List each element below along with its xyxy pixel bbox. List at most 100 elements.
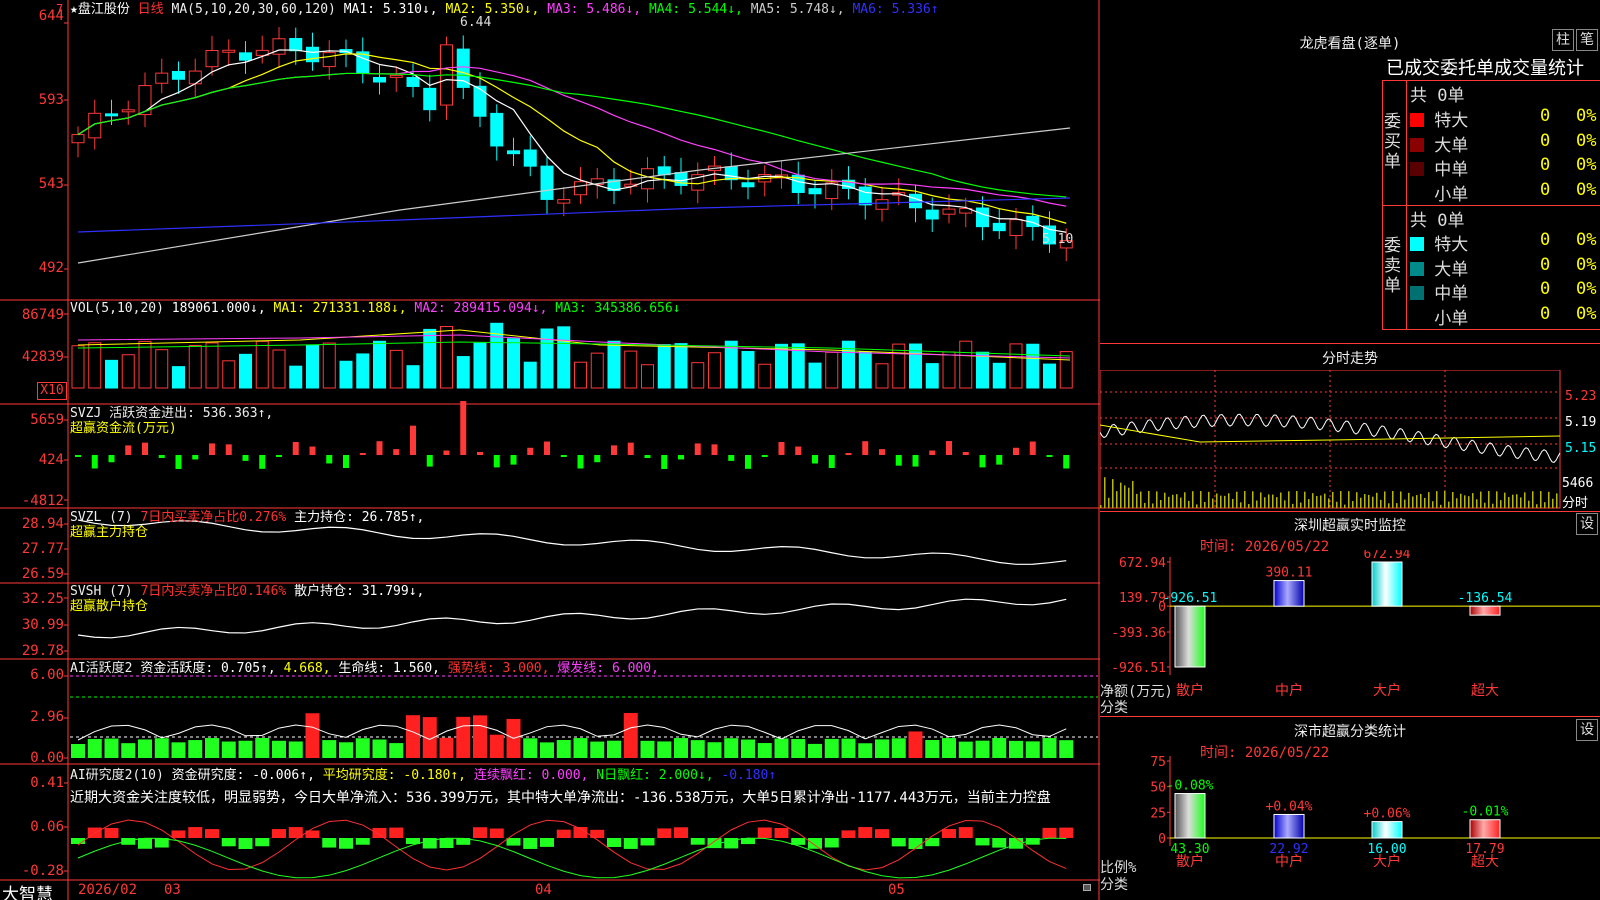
intraday-vol-bar (1104, 477, 1106, 508)
monitor-chart[interactable]: 672.94139.790-393.36-926.51散户 中户 大户 超大-926.… (1100, 550, 1600, 715)
intraday-vol-bar (1440, 504, 1442, 508)
svzl-hold: 主力持仓: 26.785↑, (294, 510, 425, 525)
volume-bar (473, 342, 487, 389)
ai-commentary: 近期大资金关注度较低，明显弱势，今日大单净流入：536.399万元，其中特大单净… (70, 790, 1051, 806)
chart-y-tick: 672.94 (1119, 556, 1166, 571)
research-bar (322, 838, 337, 848)
intraday-vol-bar (1200, 491, 1202, 508)
research-bar (439, 838, 454, 849)
tick-mode-button[interactable]: 笔 (1576, 29, 1598, 51)
lock-icon[interactable] (1083, 884, 1091, 891)
research-bar (389, 827, 404, 838)
intraday-vol-bar (1548, 491, 1550, 508)
stock-name[interactable]: ★盘江股份 (70, 2, 130, 17)
svzj-bar (75, 455, 81, 457)
intraday-vol-bar (1124, 485, 1126, 508)
svzj-bar (510, 455, 517, 465)
svzj-bar (778, 441, 785, 455)
brand-logo[interactable]: 大智慧 (2, 880, 53, 900)
intraday-vol-bar (1384, 491, 1386, 508)
sell-order-row: 小单 (1410, 304, 1468, 329)
intraday-vol-bar (1352, 501, 1354, 508)
svzj-bar (1063, 455, 1070, 469)
intraday-vol-bar (1420, 493, 1422, 508)
buy-order-color-swatch (1410, 113, 1424, 127)
svzl-subtitle: 超赢主力持仓 (70, 525, 149, 540)
intraday-vol-bar (1404, 499, 1406, 508)
chart-bar (1273, 813, 1305, 839)
monitor-settings-button[interactable]: 设 (1576, 513, 1598, 535)
research-bar (489, 828, 504, 838)
intraday-vol-bar (1464, 495, 1466, 508)
bar-mode-button[interactable]: 柱 (1552, 29, 1574, 51)
period-label[interactable]: 日线 (138, 2, 164, 17)
research-bar (791, 838, 806, 845)
date-label: 03 (164, 882, 181, 898)
svsh-prefix: SVSH (7) (70, 584, 133, 599)
volume-bar (322, 342, 336, 389)
chart-value-label: -926.51 (1163, 591, 1218, 606)
research-bar (908, 838, 923, 849)
ai-research-tick: -0.28 (21, 863, 64, 879)
svzj-bar (225, 444, 232, 455)
svzj-tick: 5659 (30, 412, 64, 428)
chart-y-tick: 25 (1150, 806, 1166, 821)
vol-unit-badge[interactable]: X10 (37, 382, 67, 400)
vol-ma3: MA3: 345386.656↓ (555, 301, 681, 316)
intraday-vol-bar (1196, 504, 1198, 508)
volume-bar (875, 363, 889, 389)
intraday-vol-bar (1224, 495, 1226, 508)
intraday-vol-bar (1156, 491, 1158, 508)
intraday-vol-bar (1112, 479, 1114, 508)
buy-order-pct: 0% (1576, 106, 1597, 126)
svzj-bar (292, 441, 299, 455)
intraday-vol-bar (1292, 503, 1294, 508)
main-chart-canvas[interactable] (0, 0, 1100, 900)
activity-bar (791, 739, 806, 758)
intraday-vol-bar (1448, 501, 1450, 508)
research-bar (841, 830, 856, 838)
vol-tick: 42839 (21, 349, 64, 365)
sell-order-row: 大单 (1410, 255, 1468, 280)
svzj-bar (343, 455, 349, 469)
chart-bar (1371, 821, 1403, 839)
candle-body (540, 165, 554, 200)
sell-order-label: 大单 (1424, 259, 1469, 280)
activity-bar (975, 740, 990, 758)
category-settings-button[interactable]: 设 (1576, 719, 1598, 741)
ai-research-avg: 平均研究度: -0.180↑, (322, 768, 467, 783)
activity-bar (573, 738, 588, 758)
svzj-bar (694, 443, 701, 455)
vol-params: VOL(5,10,20) (70, 301, 164, 316)
research-bar (556, 829, 571, 838)
candle-body (1009, 219, 1023, 237)
intraday-vol-bar (1204, 501, 1206, 508)
activity-bar (808, 743, 822, 758)
sell-total: 共 0单 (1410, 211, 1465, 231)
intraday-vol-bar (1188, 500, 1190, 508)
intraday-vol-bar (1460, 493, 1462, 508)
buy-order-color-swatch (1410, 137, 1424, 152)
category-chart[interactable]: 7550250散户 中户 大户 超大-0.08%43.30+0.04%22.92+0.… (1100, 755, 1600, 900)
chart-change-label: -0.08% (1167, 779, 1214, 794)
chart-value-label: 22.92 (1269, 842, 1308, 857)
intraday-top-border (1100, 343, 1600, 344)
chart-category-label: 大户 (1373, 682, 1401, 699)
svzj-bar (1013, 447, 1019, 455)
svzj-bar (962, 452, 969, 455)
intraday-vol-bar (1348, 491, 1350, 508)
intraday-vol-bar (1424, 497, 1426, 508)
volume-bar (858, 351, 872, 389)
research-bar (171, 830, 186, 838)
intraday-vol-bar (1380, 499, 1382, 508)
activity-bar (623, 713, 638, 758)
intraday-vol-bar (1344, 504, 1346, 508)
intraday-chart[interactable] (1100, 370, 1600, 510)
buy-order-label: 大单 (1424, 135, 1469, 156)
chart-value-label: 43.30 (1170, 842, 1209, 857)
activity-bar (489, 734, 504, 758)
chart-value-label: 16.00 (1367, 842, 1406, 857)
vol-tick: 86749 (21, 307, 64, 323)
intraday-vol-bar (1408, 492, 1410, 508)
svzj-title: SVZJ 活跃资金进出: 536.363↑, (70, 406, 274, 421)
